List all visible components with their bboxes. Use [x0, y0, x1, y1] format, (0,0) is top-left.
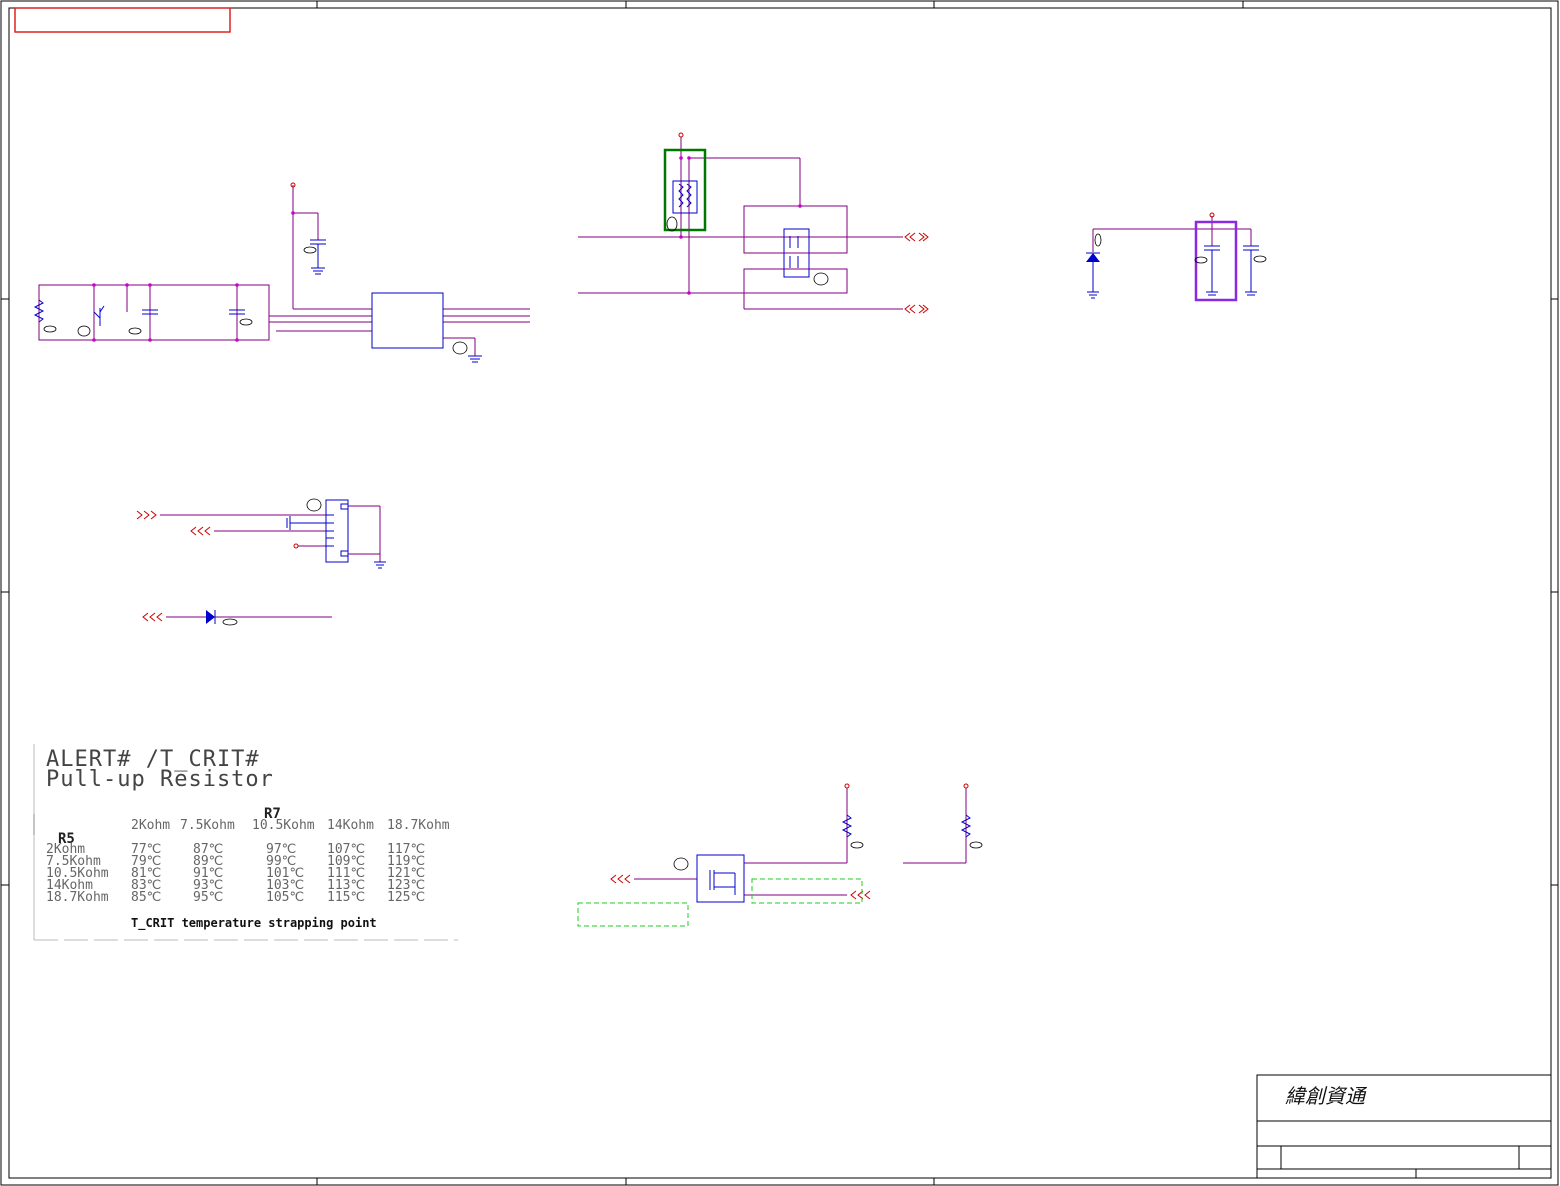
alert-level-shifter-components	[696, 814, 972, 903]
power-pin-4	[293, 543, 299, 549]
mosfet-switch-circuit	[578, 137, 903, 310]
component-tag-connector	[306, 498, 322, 512]
component-tags-3	[1094, 233, 1267, 264]
table-title-line2: Pull-up Resistor	[46, 767, 274, 792]
power-pin-2	[678, 132, 684, 138]
component-tags-5	[673, 841, 983, 871]
table-cell: 95℃	[193, 890, 223, 905]
junction-dots-2	[679, 156, 802, 295]
sheet-border	[0, 0, 1559, 1186]
thermal-sensor-circuit	[38, 185, 530, 356]
column-label: 10.5Kohm	[252, 818, 315, 833]
thermal-sensor-components	[33, 239, 444, 349]
table-row: 18.7Kohm 85℃ 95℃ 105℃ 115℃ 125℃	[46, 890, 425, 905]
table-cell: 115℃	[327, 890, 365, 905]
sensor-ic	[371, 292, 444, 349]
offpage-connectors-2	[904, 232, 929, 314]
table-row: 2Kohm 77℃ 87℃ 97℃ 107℃ 117℃	[46, 842, 425, 857]
led-icon	[206, 610, 215, 624]
title-highlight-box	[14, 7, 231, 33]
column-label: 14Kohm	[327, 818, 374, 833]
column-label: 2Kohm	[131, 818, 170, 833]
fan-connector-components	[286, 499, 386, 569]
diode-icon	[1086, 253, 1100, 262]
ground-symbols-1	[311, 244, 482, 363]
status-led-circuit	[142, 610, 332, 626]
column-label: 7.5Kohm	[180, 818, 235, 833]
junction-dots-1	[92, 211, 295, 342]
table-note: T_CRIT temperature strapping point	[131, 916, 377, 931]
table-cell: 125℃	[387, 890, 425, 905]
level-shift-mosfet	[696, 854, 745, 903]
led-capacitor-components	[1086, 245, 1259, 299]
green-highlight-box	[663, 148, 707, 232]
transistor-symbol	[93, 311, 101, 319]
table-column-labels: 2Kohm 7.5Kohm 10.5Kohm 14Kohm 18.7Kohm	[131, 818, 450, 833]
table-cell: 85℃	[131, 890, 161, 905]
power-pin-5a	[844, 783, 850, 789]
fan-connector-circuit	[160, 505, 381, 562]
table-cell: 105℃	[266, 890, 304, 905]
row-label: 18.7Kohm	[46, 890, 109, 905]
component-tags-1	[43, 246, 468, 355]
company-name: 緯創資通	[1285, 1084, 1368, 1108]
schematic-sheet: ALERT# /T_CRIT# Pull-up Resistor R7 R5 2…	[0, 0, 1559, 1186]
power-pin-5b	[963, 783, 969, 789]
component-tags-2	[666, 216, 829, 286]
table-row: 10.5Kohm 81℃ 91℃ 101℃ 111℃ 121℃	[46, 866, 425, 881]
purple-highlight-box	[1194, 220, 1238, 302]
column-label: 18.7Kohm	[387, 818, 450, 833]
